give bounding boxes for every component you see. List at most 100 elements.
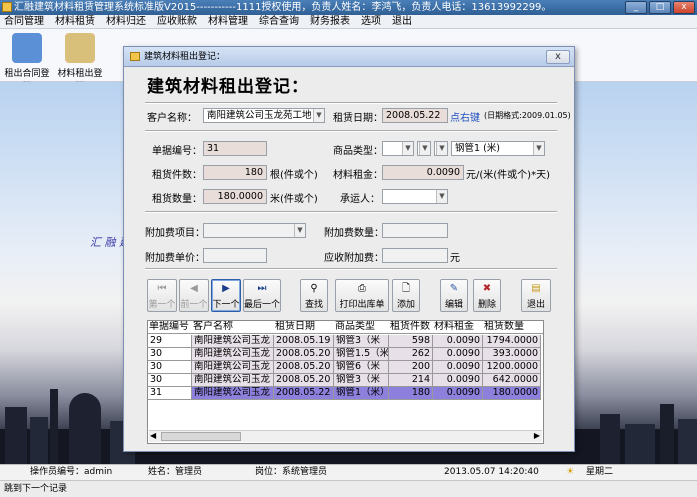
toolbar-contract-register[interactable]: 租出合同登记 [2, 31, 52, 92]
table-row[interactable]: 30 南阳建筑公司玉龙 2008.05.20 钢管3（米 214 0.0090 … [148, 374, 543, 387]
last-label: 最后一个 [244, 300, 281, 310]
print-button[interactable]: ⎙ 打印出库单 [335, 279, 389, 312]
type-select-3[interactable]: ▼ [434, 141, 448, 156]
customer-select[interactable]: 南阳建筑公司玉龙苑工地 ▼ [203, 108, 325, 123]
prev-record-button[interactable]: ◀ 前一个 [179, 279, 209, 312]
customer-value: 南阳建筑公司玉龙苑工地 [207, 110, 312, 121]
amount-field[interactable]: 180.0000 [203, 189, 267, 204]
rent-label: 材料租金： [333, 170, 383, 181]
menu-exit[interactable]: 退出 [392, 15, 412, 28]
table-row[interactable]: 30 南阳建筑公司玉龙 2008.05.20 钢管6（米 200 0.0090 … [148, 361, 543, 374]
date-hint-link[interactable]: 点右键 [450, 109, 480, 124]
menu-return[interactable]: 材料归还 [106, 15, 146, 28]
extra-qty-field[interactable] [382, 223, 448, 238]
new-document-icon: 🗋 [401, 283, 411, 294]
chevron-down-icon[interactable]: ▼ [294, 224, 305, 237]
col-customer[interactable]: 客户名称 [192, 321, 274, 333]
cell-doc-no: 31 [148, 387, 192, 400]
bottom-status-text: 跳到下一个记录 [0, 480, 697, 497]
menu-receivable[interactable]: 应收账款 [157, 15, 197, 28]
horizontal-scrollbar[interactable]: ◀ ▶ [149, 430, 542, 442]
records-table[interactable]: 单据编号 客户名称 租赁日期 商品类型 租货件数 材料租金 租赁数量 29 南阳… [147, 320, 544, 444]
last-record-button[interactable]: ⏭ 最后一个 [243, 279, 281, 312]
date-field[interactable]: 2008.05.22 [382, 108, 448, 123]
minimize-button[interactable]: _ [625, 1, 647, 14]
exit-button[interactable]: ▤ 退出 [521, 279, 551, 312]
rental-register-dialog: 建筑材料租出登记： x 建筑材料租出登记： 客户名称： 南阳建筑公司玉龙苑工地 … [123, 46, 575, 452]
search-button[interactable]: ⚲ 查找 [300, 279, 328, 312]
cell-type: 钢管1（米） [334, 387, 389, 400]
close-button[interactable]: x [673, 1, 695, 14]
col-type[interactable]: 商品类型 [334, 321, 389, 333]
rent-field[interactable]: 0.0090 [382, 165, 464, 180]
cell-qty: 200 [389, 361, 433, 374]
chevron-down-icon[interactable]: ▼ [533, 142, 544, 155]
app-icon [2, 2, 12, 12]
carrier-select[interactable]: ▼ [382, 189, 448, 204]
rent-unit: 元/(米(件或个)*天) [466, 170, 550, 181]
col-qty[interactable]: 租货件数 [389, 321, 433, 333]
menu-material[interactable]: 材料管理 [208, 15, 248, 28]
col-doc-no[interactable]: 单据编号 [148, 321, 192, 333]
cell-doc-no: 29 [148, 335, 192, 348]
add-button[interactable]: 🗋 添加 [392, 279, 420, 312]
table-row[interactable]: 30 南阳建筑公司玉龙 2008.05.20 钢管1.5（米 262 0.009… [148, 348, 543, 361]
cell-type: 钢管1.5（米 [334, 348, 389, 361]
menu-report[interactable]: 财务报表 [310, 15, 350, 28]
cell-customer: 南阳建筑公司玉龙 [192, 387, 274, 400]
table-row-selected[interactable]: 31 南阳建筑公司玉龙 2008.05.22 钢管1（米） 180 0.0090… [148, 387, 543, 400]
toolbar-rent-register[interactable]: 材料租出登记 [55, 31, 105, 92]
qty-label: 租货件数： [152, 170, 202, 181]
table-row[interactable]: 29 南阳建筑公司玉龙 2008.05.19 钢管3（米 598 0.0090 … [148, 335, 543, 348]
date-format-hint: (日期格式:2009.01.05) [484, 111, 571, 120]
divider [145, 268, 557, 270]
print-label: 打印出库单 [339, 300, 385, 310]
prev-label: 前一个 [180, 300, 208, 310]
scroll-thumb[interactable] [161, 432, 241, 441]
menu-rent[interactable]: 材料租赁 [55, 15, 95, 28]
app-title: 汇融建筑材料租赁管理系统标准版V2015-----------1111授权使用，… [14, 2, 552, 13]
type-select-1[interactable]: ▼ [382, 141, 414, 156]
status-post: 岗位：系统管理员 [255, 467, 328, 477]
extra-recv-field[interactable] [382, 248, 448, 263]
chevron-down-icon[interactable]: ▼ [436, 190, 447, 203]
cell-doc-no: 30 [148, 361, 192, 374]
edit-button[interactable]: ✎ 编辑 [440, 279, 468, 312]
chevron-down-icon[interactable]: ▼ [402, 142, 413, 155]
doc-no-field[interactable]: 31 [203, 141, 267, 156]
col-amount[interactable]: 租赁数量 [483, 321, 543, 333]
extra-item-select[interactable]: ▼ [203, 223, 306, 238]
sun-icon: ☀ [566, 467, 575, 477]
menu-options[interactable]: 选项 [361, 15, 381, 28]
skip-first-icon: ⏮ [157, 283, 167, 294]
add-label: 添加 [396, 300, 415, 310]
qty-field[interactable]: 180 [203, 165, 267, 180]
first-record-button[interactable]: ⏮ 第一个 [147, 279, 177, 312]
amount-unit: 米(件或个) [270, 194, 318, 205]
chevron-down-icon[interactable]: ▼ [313, 109, 324, 122]
extra-price-field[interactable] [203, 248, 267, 263]
delete-button[interactable]: ✖ 删除 [473, 279, 501, 312]
cell-qty: 180 [389, 387, 433, 400]
type-select[interactable]: 钢管1 (米) ▼ [451, 141, 545, 156]
extra-price-label: 附加费单价： [145, 253, 205, 264]
col-date[interactable]: 租赁日期 [274, 321, 334, 333]
maximize-button[interactable]: □ [649, 1, 671, 14]
scroll-right-icon[interactable]: ▶ [534, 431, 540, 440]
type-label: 商品类型： [333, 146, 383, 157]
chevron-down-icon[interactable]: ▼ [436, 142, 447, 155]
type-select-2[interactable]: ▼ [417, 141, 431, 156]
col-rent[interactable]: 材料租金 [433, 321, 483, 333]
cell-amount: 180.0000 [483, 387, 541, 400]
cell-qty: 262 [389, 348, 433, 361]
dialog-close-button[interactable]: x [546, 50, 570, 64]
status-operator: 操作员编号：admin [30, 467, 113, 477]
chevron-down-icon[interactable]: ▼ [419, 142, 430, 155]
scroll-left-icon[interactable]: ◀ [150, 431, 156, 440]
menu-query[interactable]: 综合查询 [259, 15, 299, 28]
app-title-bar: 汇融建筑材料租赁管理系统标准版V2015-----------1111授权使用，… [0, 0, 697, 15]
menu-contract[interactable]: 合同管理 [4, 15, 44, 28]
next-record-button[interactable]: ▶ 下一个 [211, 279, 241, 312]
prev-icon: ◀ [190, 283, 198, 294]
cell-date: 2008.05.22 [274, 387, 334, 400]
